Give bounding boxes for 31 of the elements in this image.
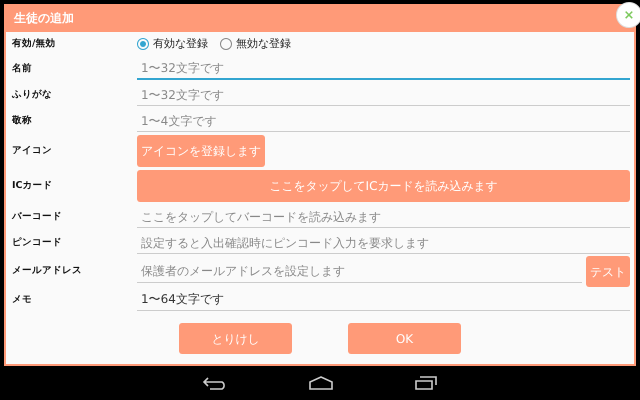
input-field[interactable]: 1〜64文字です [137, 289, 630, 311]
radio-option[interactable]: 有効な登録 [137, 36, 208, 52]
field-label: バーコード [12, 210, 63, 224]
test-button[interactable]: テスト [586, 256, 630, 287]
ic-card-button[interactable]: ここをタップしてICカードを読み込みます [137, 170, 630, 202]
input-field[interactable]: ここをタップしてバーコードを読み込みます [137, 206, 630, 228]
field-label: ICカード [12, 178, 54, 193]
field-label: 有効/無効 [12, 36, 56, 51]
radio-button[interactable] [137, 38, 149, 50]
field-label: 敬称 [12, 114, 33, 128]
close-button[interactable]: × [616, 2, 640, 28]
cancel-button[interactable]: とりけし [179, 323, 292, 354]
dialog-title: 生徒の追加 [14, 10, 74, 27]
icon-register-button[interactable]: アイコンを登録します [137, 135, 265, 167]
input-field[interactable]: 1〜32文字です [137, 84, 630, 106]
radio-option[interactable]: 無効な登録 [220, 36, 291, 52]
ok-button[interactable]: OK [348, 323, 461, 354]
recent-apps-icon[interactable] [414, 376, 438, 390]
radio-button[interactable] [220, 38, 232, 50]
home-icon[interactable] [308, 376, 334, 390]
input-field[interactable]: 保護者のメールアドレスを設定します [137, 260, 582, 282]
field-label: 名前 [12, 62, 33, 76]
back-icon[interactable] [202, 376, 228, 390]
field-label: ふりがな [12, 88, 53, 102]
field-label: メモ [12, 292, 33, 307]
input-field[interactable]: 1〜4文字です [137, 110, 630, 132]
input-field[interactable]: 設定すると入出確認時にピンコード入力を要求します [137, 232, 630, 254]
field-label: メールアドレス [12, 264, 83, 278]
input-field[interactable]: 1〜32文字です [137, 58, 630, 80]
field-label: アイコン [12, 144, 53, 158]
field-label: ピンコード [12, 236, 63, 250]
